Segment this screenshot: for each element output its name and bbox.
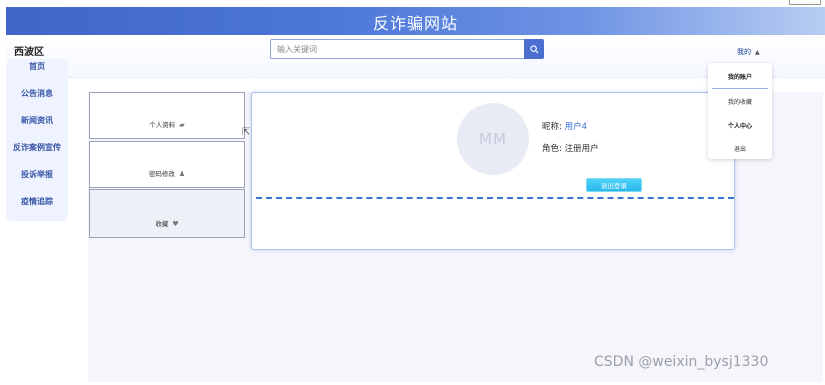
top-bar: 西波区 我的 ▲ xyxy=(6,35,825,78)
heart-icon: ♥ xyxy=(172,220,179,228)
nickname-value: 用户4 xyxy=(564,122,587,132)
sidebar-item-announcements[interactable]: 公告消息 xyxy=(6,88,68,99)
tab-profile-label: 个人资料 xyxy=(149,121,176,129)
sidebar-item-epidemic-tracking[interactable]: 疫情追踪 xyxy=(6,196,68,207)
window-corner-box xyxy=(789,0,821,5)
mouse-cursor-icon: ⇱ xyxy=(242,127,251,138)
search-button[interactable] xyxy=(524,39,544,59)
logout-button[interactable]: 退出登录 xyxy=(586,178,642,192)
sidebar-item-news[interactable]: 新闻资讯 xyxy=(6,115,68,126)
search-icon xyxy=(529,44,538,53)
briefcase-icon: ▰ xyxy=(179,121,185,129)
chevron-up-icon: ▲ xyxy=(755,49,760,56)
nickname-row: 昵称: 用户4 xyxy=(542,120,587,132)
sidebar-nav: 首页 公告消息 新闻资讯 反诈案例宣传 投诉举报 疫情追踪 xyxy=(6,59,68,221)
profile-panel: MM 昵称: 用户4 角色: 注册用户 退出登录 xyxy=(251,92,735,250)
user-dropdown-menu: 我的账户 我的收藏 个人中心 退出 xyxy=(708,63,772,159)
sidebar-item-anti-fraud-cases[interactable]: 反诈案例宣传 xyxy=(6,142,68,153)
dropdown-item-my-favorites[interactable]: 我的收藏 xyxy=(708,97,772,106)
watermark: CSDN @weixin_bysj1330 xyxy=(594,354,769,370)
site-title: 反诈骗网站 xyxy=(372,14,458,33)
user-menu-toggle[interactable]: 我的 ▲ xyxy=(737,47,760,57)
dropdown-separator xyxy=(712,88,768,89)
dropdown-item-logout[interactable]: 退出 xyxy=(708,144,772,153)
user-icon: ♟ xyxy=(178,170,186,178)
dropdown-item-personal-center[interactable]: 个人中心 xyxy=(708,121,772,130)
tab-profile[interactable]: 个人资料 ▰ xyxy=(89,92,245,139)
user-menu-label: 我的 xyxy=(737,48,751,56)
tab-favorites-label: 收藏 xyxy=(155,220,169,228)
search-bar xyxy=(270,39,544,61)
tab-change-password-label: 密码修改 xyxy=(148,170,175,178)
header-banner: 反诈骗网站 xyxy=(6,7,825,35)
sidebar-item-complaints[interactable]: 投诉举报 xyxy=(6,169,68,180)
sidebar-item-home[interactable]: 首页 xyxy=(6,61,68,72)
role-value: 注册用户 xyxy=(564,144,599,154)
tab-favorites[interactable]: 收藏 ♥ xyxy=(89,189,245,238)
role-row: 角色: 注册用户 xyxy=(542,142,599,154)
nickname-label: 昵称: xyxy=(542,122,562,132)
role-label: 角色: xyxy=(542,144,562,154)
tab-change-password[interactable]: 密码修改 ♟ xyxy=(89,141,245,188)
avatar[interactable]: MM xyxy=(457,103,529,175)
search-input[interactable] xyxy=(270,39,524,59)
brand-label: 西波区 xyxy=(14,47,44,58)
dropdown-item-my-account[interactable]: 我的账户 xyxy=(708,72,772,81)
dashed-divider xyxy=(256,197,734,199)
